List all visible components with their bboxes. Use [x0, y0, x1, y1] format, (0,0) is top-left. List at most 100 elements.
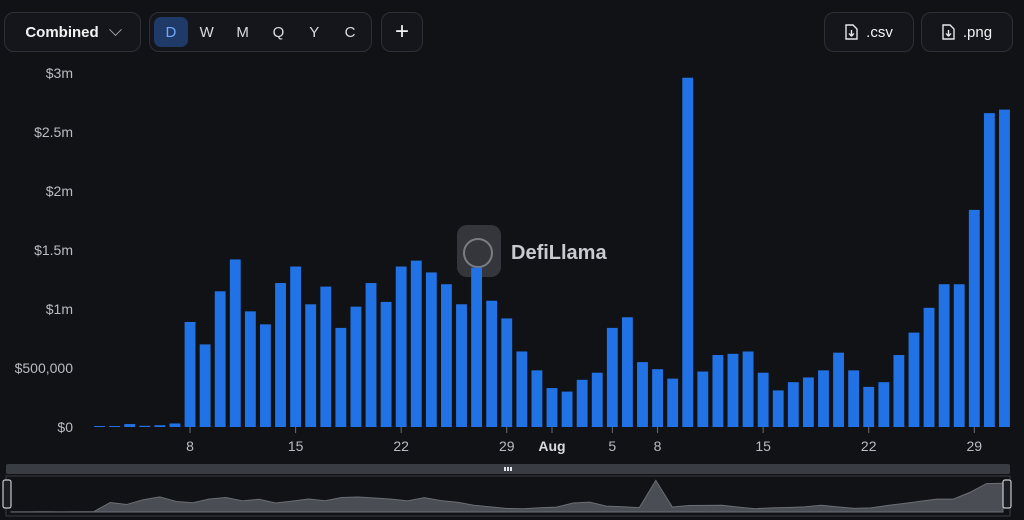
bar[interactable]: [350, 306, 362, 427]
bar[interactable]: [305, 304, 317, 427]
bar[interactable]: [908, 332, 920, 427]
scrollbar-grip-icon: [504, 467, 512, 471]
bar[interactable]: [290, 266, 302, 427]
x-tick-label: Aug: [538, 438, 565, 454]
bar[interactable]: [818, 370, 829, 427]
bar[interactable]: [833, 352, 844, 427]
bar-chart: $0$500,000$1m$1.5m$2m$2.5m$3m DefiLlama …: [15, 65, 1010, 454]
bar[interactable]: [275, 283, 286, 427]
x-axis: 8 15 22 29 Aug 5 8 15 22 29: [186, 427, 982, 454]
y-tick-label: $1m: [46, 301, 73, 317]
bar[interactable]: [742, 351, 754, 427]
bar[interactable]: [667, 378, 679, 427]
bar[interactable]: [184, 321, 196, 427]
download-png-label: .png: [962, 23, 993, 41]
x-tick-label: 22: [861, 438, 877, 454]
bar[interactable]: [124, 424, 136, 427]
x-tick-label: 29: [967, 438, 983, 454]
x-tick-label: 8: [186, 438, 194, 454]
bar[interactable]: [501, 318, 513, 427]
bar[interactable]: [425, 272, 437, 427]
bar[interactable]: [546, 388, 558, 427]
bar[interactable]: [260, 324, 271, 427]
bar[interactable]: [395, 266, 407, 427]
bar[interactable]: [999, 109, 1010, 427]
bar[interactable]: [320, 286, 332, 427]
bar[interactable]: [335, 327, 347, 427]
bar[interactable]: [139, 425, 151, 427]
bar[interactable]: [802, 377, 814, 427]
y-axis: $0 $500,000 $1m $1.5m $2m $2.5m $3m: [15, 65, 74, 435]
bar[interactable]: [456, 304, 467, 427]
plus-icon: +: [394, 18, 409, 45]
bar[interactable]: [214, 291, 226, 427]
bar[interactable]: [757, 372, 769, 427]
bar[interactable]: [441, 284, 452, 427]
bar[interactable]: [516, 351, 528, 427]
bar[interactable]: [878, 382, 890, 427]
y-tick-label: $1.5m: [34, 242, 73, 258]
bar[interactable]: [486, 300, 498, 427]
bar[interactable]: [953, 284, 965, 427]
add-button[interactable]: +: [381, 12, 423, 52]
bar[interactable]: [576, 379, 588, 427]
bar[interactable]: [787, 382, 799, 427]
bar[interactable]: [169, 423, 181, 427]
period-c[interactable]: C: [333, 17, 367, 47]
navigator-right-handle[interactable]: [1002, 479, 1012, 509]
bar[interactable]: [652, 369, 663, 427]
bar[interactable]: [606, 327, 618, 427]
bar[interactable]: [410, 260, 422, 427]
range-navigator[interactable]: [0, 462, 1024, 520]
y-tick-label: $2.5m: [34, 124, 73, 140]
bar[interactable]: [893, 355, 905, 427]
bar[interactable]: [471, 267, 483, 427]
chevron-down-icon: [108, 22, 122, 36]
bar[interactable]: [591, 372, 603, 427]
y-tick-label: $2m: [46, 183, 73, 199]
x-tick-label: 29: [499, 438, 515, 454]
view-select-label: Combined: [25, 23, 99, 41]
x-tick-label: 8: [654, 438, 662, 454]
bar[interactable]: [712, 355, 724, 427]
bar[interactable]: [697, 371, 709, 427]
bar[interactable]: [983, 113, 995, 427]
period-y[interactable]: Y: [297, 17, 331, 47]
download-csv-button[interactable]: .csv: [824, 12, 914, 52]
period-m[interactable]: M: [226, 17, 260, 47]
bar[interactable]: [380, 301, 392, 427]
bar[interactable]: [621, 317, 633, 427]
x-tick-label: 5: [608, 438, 616, 454]
view-select-button[interactable]: Combined: [4, 12, 141, 52]
x-tick-label: 15: [288, 438, 304, 454]
x-tick-label: 15: [755, 438, 771, 454]
bar[interactable]: [109, 426, 121, 427]
period-d[interactable]: D: [154, 17, 188, 47]
bar[interactable]: [682, 77, 694, 427]
bar[interactable]: [154, 425, 166, 427]
bar[interactable]: [923, 307, 935, 427]
bar[interactable]: [968, 209, 980, 427]
bar[interactable]: [727, 353, 739, 427]
y-tick-label: $500,000: [15, 360, 74, 376]
period-toggle-group: D W M Q Y C: [149, 12, 372, 52]
bar[interactable]: [229, 259, 241, 427]
period-w[interactable]: W: [190, 17, 224, 47]
bar[interactable]: [938, 284, 950, 427]
y-tick-label: $0: [57, 419, 73, 435]
bar[interactable]: [637, 362, 648, 427]
bar[interactable]: [863, 386, 875, 427]
download-png-button[interactable]: .png: [921, 12, 1013, 52]
bar[interactable]: [531, 370, 543, 427]
bar[interactable]: [561, 391, 573, 427]
y-tick-label: $3m: [46, 65, 73, 81]
bar[interactable]: [199, 344, 211, 427]
bar[interactable]: [244, 311, 256, 427]
navigator-area: [10, 479, 1004, 513]
bar[interactable]: [848, 370, 860, 427]
bar[interactable]: [94, 426, 105, 427]
navigator-left-handle[interactable]: [2, 479, 12, 509]
bar[interactable]: [365, 283, 377, 427]
bar[interactable]: [772, 390, 784, 427]
period-q[interactable]: Q: [261, 17, 295, 47]
